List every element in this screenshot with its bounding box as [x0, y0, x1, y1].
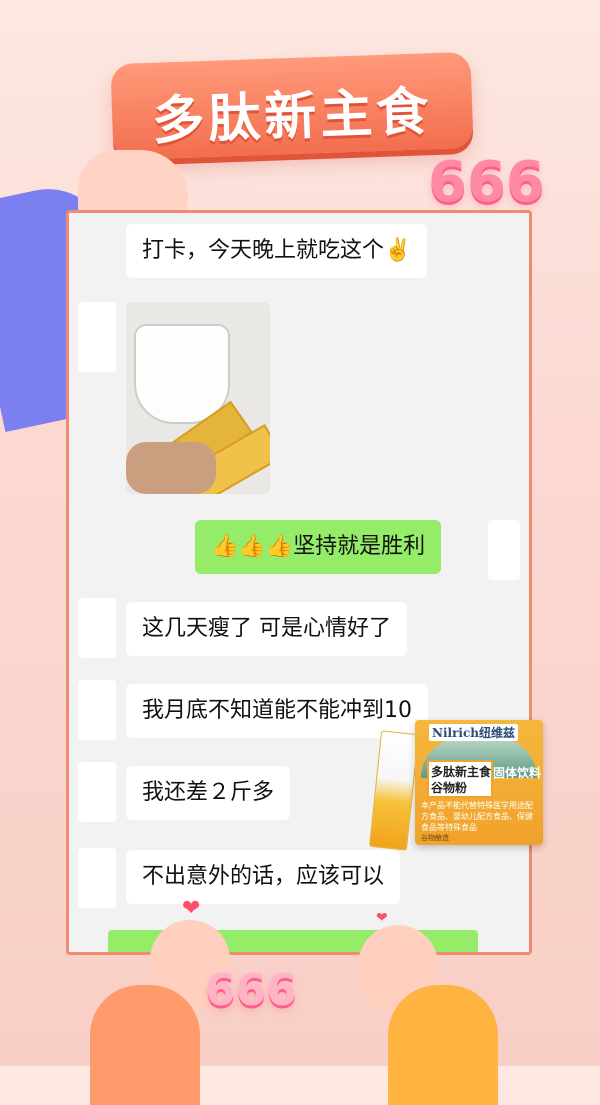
heart-icon: ❤	[376, 910, 388, 926]
product-name-box: 多肽新主食 谷物粉	[427, 760, 493, 798]
cup-illustration	[134, 324, 230, 424]
product-footer: 谷物酿造	[421, 834, 449, 842]
chat-photo[interactable]	[126, 302, 270, 494]
avatar-placeholder	[78, 762, 116, 822]
product-brand: Nilrich纽维兹	[429, 724, 518, 741]
message-bubble-5: 我还差２斤多	[126, 766, 291, 820]
product-name-line2: 谷物粉	[431, 781, 468, 795]
message-bubble-3: 这几天瘦了 可是心情好了	[126, 602, 407, 656]
product-box: Nilrich纽维兹 多肽新主食 谷物粉 固体饮料 本产品不能代替特殊医学用途配…	[415, 720, 543, 845]
product-image: Nilrich纽维兹 多肽新主食 谷物粉 固体饮料 本产品不能代替特殊医学用途配…	[368, 720, 543, 851]
message-bubble-6: 不出意外的话，应该可以	[126, 850, 401, 904]
page-title: 多肽新主食	[151, 82, 434, 152]
product-description: 本产品不能代替特殊医学用途配方食品、婴幼儿配方食品、保健食品等特殊食品	[421, 801, 533, 832]
avatar-placeholder	[488, 520, 520, 580]
product-name-line1: 多肽新主食	[431, 765, 492, 779]
hand-illustration	[126, 442, 216, 494]
sleeve-illustration	[90, 985, 200, 1105]
badge-666-top: 666	[428, 150, 545, 215]
sleeve-illustration	[388, 985, 498, 1105]
avatar-placeholder	[78, 848, 116, 908]
avatar-placeholder	[78, 302, 116, 372]
badge-666-bottom: 666	[205, 965, 297, 1016]
avatar-placeholder	[78, 598, 116, 658]
avatar-placeholder	[78, 680, 116, 740]
product-tag: 固体饮料	[493, 766, 542, 780]
message-bubble-2: 👍👍👍坚持就是胜利	[195, 520, 442, 574]
title-banner: 多肽新主食	[110, 51, 474, 161]
heart-icon: ❤	[182, 896, 201, 921]
message-bubble-1: 打卡，今天晚上就吃这个✌️	[126, 224, 428, 278]
